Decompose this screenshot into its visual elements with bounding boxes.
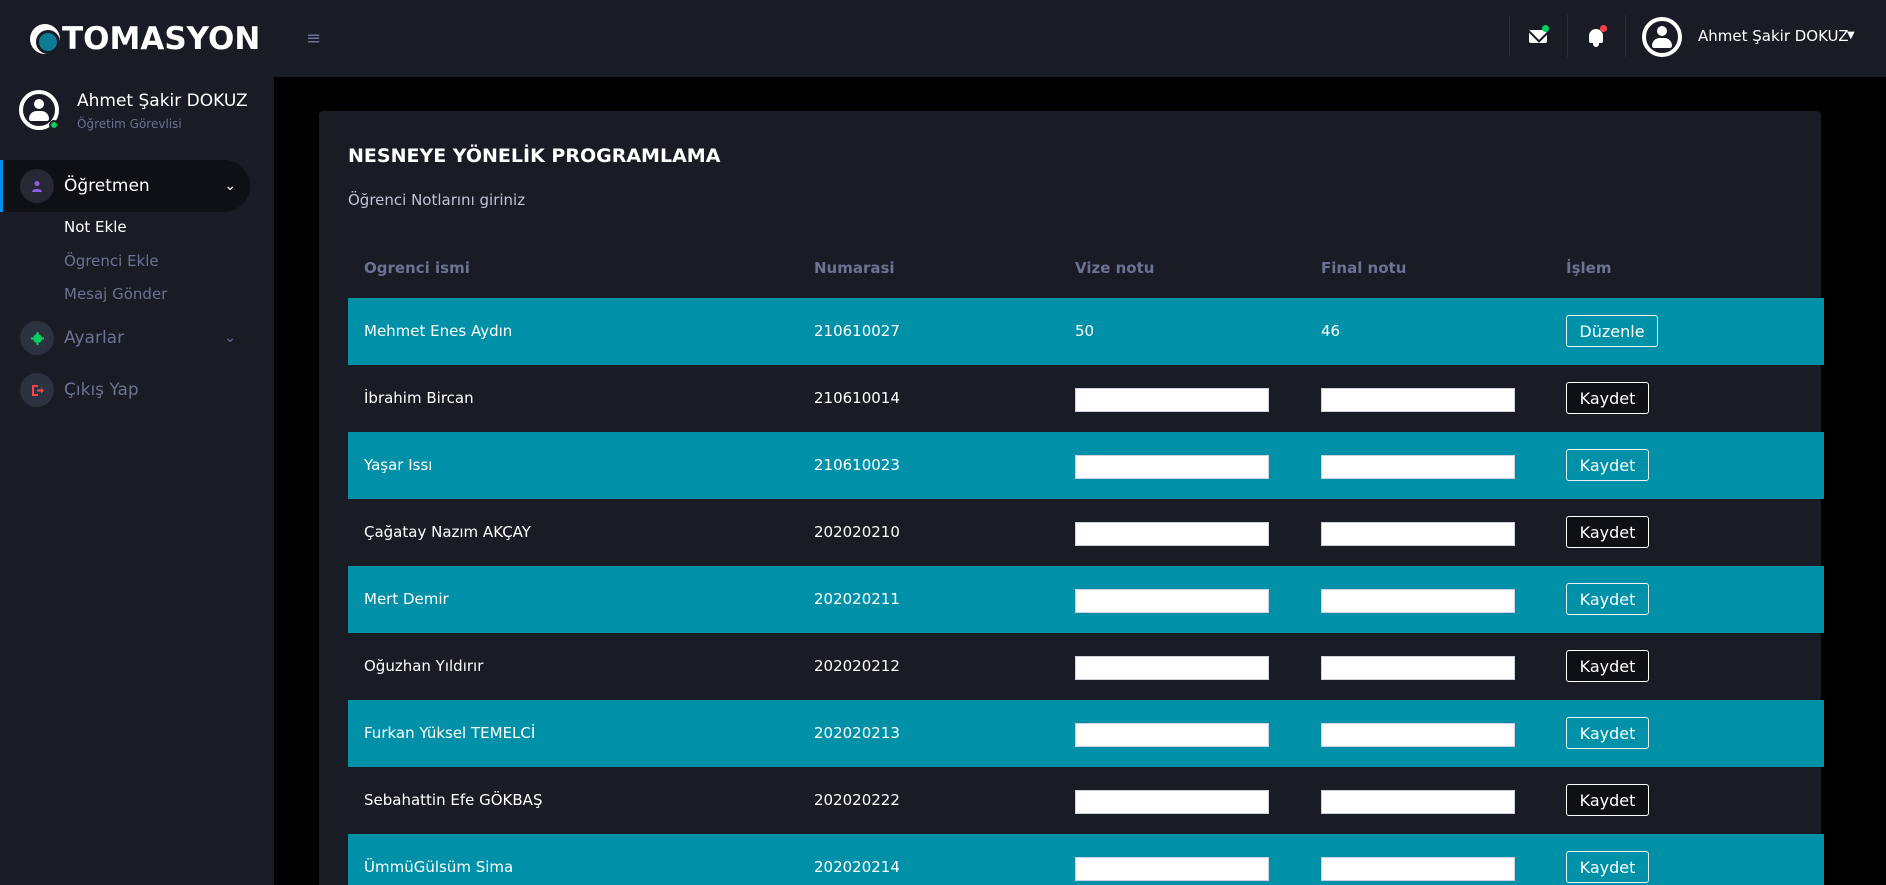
mail-icon[interactable] <box>1526 24 1550 48</box>
user-icon <box>20 169 54 203</box>
bell-icon[interactable] <box>1584 24 1608 48</box>
table-header: Ogrenci ismi Numarasi Vize notu Final no… <box>348 259 1824 295</box>
column-header-name: Ogrenci ismi <box>364 259 470 277</box>
student-name: Oğuzhan Yıldırır <box>364 657 484 675</box>
midterm-input[interactable] <box>1075 723 1269 747</box>
grades-card: NESNEYE YÖNELİK PROGRAMLAMA Öğrenci Notl… <box>319 111 1824 885</box>
save-button[interactable]: Kaydet <box>1566 516 1649 548</box>
menu-toggle-icon[interactable]: ≡ <box>306 28 321 49</box>
profile-role: Öğretim Görevlisi <box>77 117 182 131</box>
sidebar-subitem-not-ekle[interactable]: Not Ekle <box>64 218 127 236</box>
save-button[interactable]: Kaydet <box>1566 583 1649 615</box>
midterm-input[interactable] <box>1075 656 1269 680</box>
table-row: Mert Demir 202020211 Kaydet <box>348 566 1824 633</box>
save-button[interactable]: Kaydet <box>1566 851 1649 883</box>
page-title: NESNEYE YÖNELİK PROGRAMLAMA <box>348 145 721 167</box>
midterm-input[interactable] <box>1075 455 1269 479</box>
student-name: İbrahim Bircan <box>364 389 474 407</box>
student-name: Mert Demir <box>364 590 449 608</box>
midterm-input[interactable] <box>1075 522 1269 546</box>
sidebar-item-label: Ayarlar <box>64 328 125 348</box>
midterm-input[interactable] <box>1075 388 1269 412</box>
student-number: 202020214 <box>814 858 900 876</box>
save-button[interactable]: Kaydet <box>1566 717 1649 749</box>
student-name: Furkan Yüksel TEMELCİ <box>364 724 536 742</box>
midterm-input[interactable] <box>1075 857 1269 881</box>
final-input[interactable] <box>1321 656 1515 680</box>
mail-badge-icon <box>1542 25 1549 32</box>
final-input[interactable] <box>1321 388 1515 412</box>
top-username[interactable]: Ahmet Şakir DOKUZ <box>1698 27 1849 45</box>
student-name: Mehmet Enes Aydın <box>364 322 513 340</box>
gear-icon <box>20 321 54 355</box>
final-input[interactable] <box>1321 723 1515 747</box>
topbar: ≡ Ahmet Şakir DOKUZ ▼ <box>274 0 1886 77</box>
table-row: İbrahim Bircan 210610014 Kaydet <box>348 365 1824 432</box>
student-name: Çağatay Nazım AKÇAY <box>364 523 531 541</box>
table-row: Oğuzhan Yıldırır 202020212 Kaydet <box>348 633 1824 700</box>
table-row: Çağatay Nazım AKÇAY 202020210 Kaydet <box>348 499 1824 566</box>
table-row: Yaşar Issı 210610023 Kaydet <box>348 432 1824 499</box>
brand-logo-icon <box>30 23 60 54</box>
divider <box>1509 15 1510 57</box>
online-status-icon <box>49 120 59 130</box>
save-button[interactable]: Kaydet <box>1566 449 1649 481</box>
avatar[interactable] <box>1642 17 1682 57</box>
chevron-down-icon: ⌄ <box>224 178 236 194</box>
final-input[interactable] <box>1321 589 1515 613</box>
student-number: 210610014 <box>814 389 900 407</box>
sidebar-item-label: Öğretmen <box>64 176 150 196</box>
save-button[interactable]: Kaydet <box>1566 650 1649 682</box>
student-number: 202020213 <box>814 724 900 742</box>
sidebar-profile: Ahmet Şakir DOKUZ Öğretim Görevlisi <box>0 77 274 155</box>
save-button[interactable]: Kaydet <box>1566 382 1649 414</box>
student-number: 210610023 <box>814 456 900 474</box>
student-number: 202020222 <box>814 791 900 809</box>
table-row: Sebahattin Efe GÖKBAŞ 202020222 Kaydet <box>348 767 1824 834</box>
sidebar-item-ayarlar[interactable]: Ayarlar ⌄ <box>0 312 250 364</box>
column-header-action: İşlem <box>1566 259 1612 277</box>
final-input[interactable] <box>1321 857 1515 881</box>
divider <box>1567 15 1568 57</box>
final-input[interactable] <box>1321 455 1515 479</box>
student-number: 210610027 <box>814 322 900 340</box>
final-input[interactable] <box>1321 522 1515 546</box>
divider <box>1625 15 1626 57</box>
column-header-midterm: Vize notu <box>1075 259 1155 277</box>
table-row: ÜmmüGülsüm Sima 202020214 Kaydet <box>348 834 1824 885</box>
sidebar: TOMASYON Ahmet Şakir DOKUZ Öğretim Görev… <box>0 0 274 885</box>
student-number: 202020212 <box>814 657 900 675</box>
table-row: Mehmet Enes Aydın 210610027 50 46 Düzenl… <box>348 298 1824 365</box>
logout-icon <box>20 373 54 407</box>
brand[interactable]: TOMASYON <box>0 0 274 77</box>
sidebar-item-ogretmen[interactable]: Öğretmen ⌄ <box>0 160 250 212</box>
caret-down-icon[interactable]: ▼ <box>1847 30 1855 41</box>
save-button[interactable]: Kaydet <box>1566 784 1649 816</box>
midterm-input[interactable] <box>1075 589 1269 613</box>
column-header-number: Numarasi <box>814 259 895 277</box>
student-name: ÜmmüGülsüm Sima <box>364 858 514 876</box>
notification-badge-icon <box>1600 25 1607 32</box>
edit-button[interactable]: Düzenle <box>1566 315 1658 347</box>
sidebar-subitem-ogrenci-ekle[interactable]: Ögrenci Ekle <box>64 252 159 270</box>
midterm-input[interactable] <box>1075 790 1269 814</box>
chevron-down-icon: ⌄ <box>224 330 236 346</box>
student-name: Yaşar Issı <box>364 456 433 474</box>
avatar <box>19 90 59 130</box>
card-description: Öğrenci Notlarını giriniz <box>348 191 526 209</box>
student-name: Sebahattin Efe GÖKBAŞ <box>364 791 543 809</box>
final-grade: 46 <box>1321 322 1341 340</box>
sidebar-item-label: Çıkış Yap <box>64 380 139 400</box>
sidebar-subitem-mesaj-gonder[interactable]: Mesaj Gönder <box>64 285 167 303</box>
column-header-final: Final notu <box>1321 259 1407 277</box>
final-input[interactable] <box>1321 790 1515 814</box>
student-number: 202020211 <box>814 590 900 608</box>
midterm-grade: 50 <box>1075 322 1095 340</box>
sidebar-item-cikis-yap[interactable]: Çıkış Yap <box>0 364 250 416</box>
student-number: 202020210 <box>814 523 900 541</box>
table-row: Furkan Yüksel TEMELCİ 202020213 Kaydet <box>348 700 1824 767</box>
profile-name: Ahmet Şakir DOKUZ <box>77 91 248 111</box>
brand-text: TOMASYON <box>62 20 261 57</box>
